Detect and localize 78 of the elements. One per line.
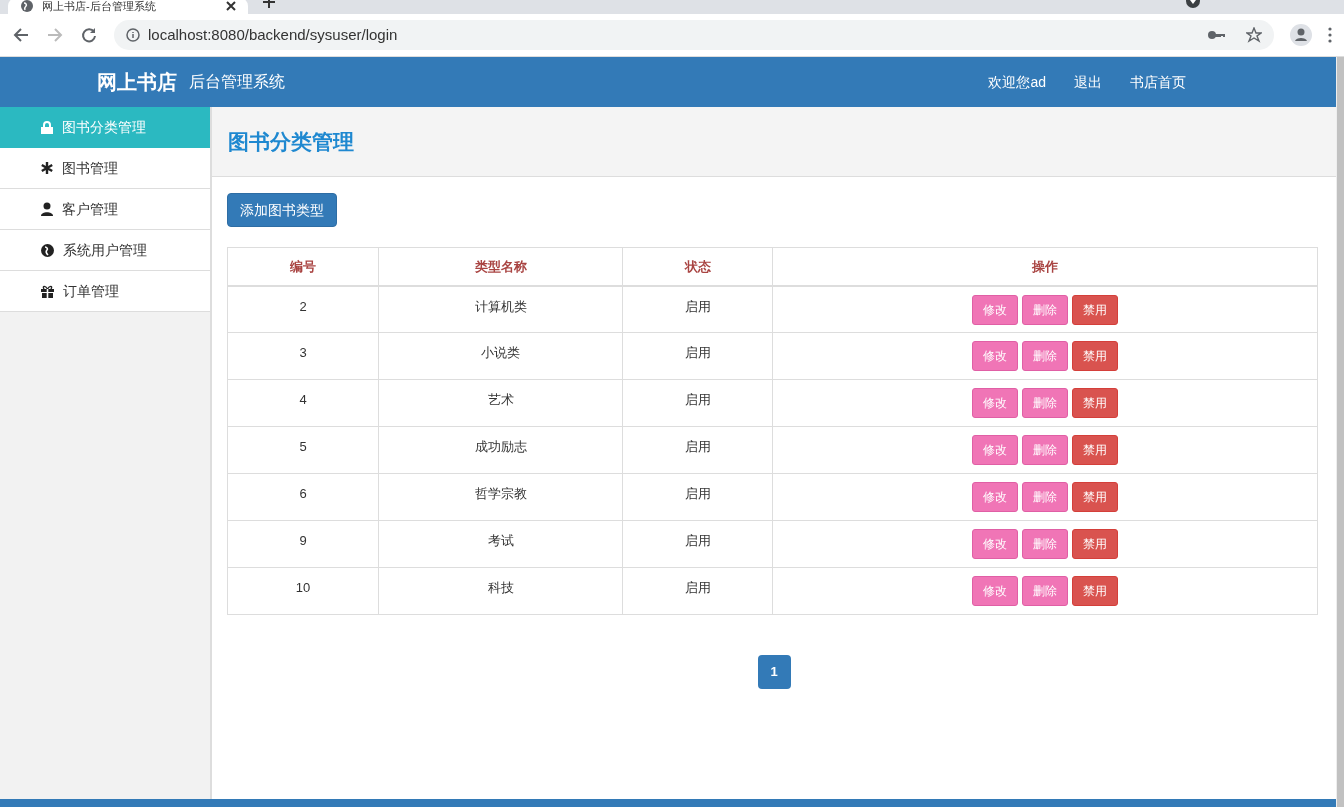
column-header: 操作 (772, 247, 1318, 286)
table-cell: 小说类 (378, 332, 623, 380)
tab-title: 网上书店-后台管理系统 (42, 0, 156, 13)
globe-icon (41, 243, 54, 257)
action-button[interactable]: 禁用 (1072, 435, 1118, 465)
table-cell: 计算机类 (378, 285, 623, 333)
action-button[interactable]: 禁用 (1072, 482, 1118, 512)
table-cell: 科技 (378, 567, 623, 615)
action-button[interactable]: 禁用 (1072, 529, 1118, 559)
action-button[interactable]: 禁用 (1072, 388, 1118, 418)
action-button[interactable]: 删除 (1022, 576, 1068, 606)
action-button[interactable]: 修改 (972, 388, 1018, 418)
brand-title: 网上书店 (97, 70, 177, 95)
sidebar-item[interactable]: 图书分类管理 (0, 107, 210, 148)
page-button[interactable]: 1 (757, 655, 791, 689)
table-cell: 启用 (622, 520, 773, 568)
column-header: 类型名称 (378, 247, 623, 286)
table-cell: 5 (227, 426, 379, 474)
asterisk-icon (41, 162, 53, 174)
back-icon[interactable] (12, 26, 30, 44)
nav-link[interactable]: 书店首页 (1130, 71, 1186, 93)
brand-subtitle: 后台管理系统 (189, 72, 285, 92)
user-icon (41, 202, 53, 216)
action-button[interactable]: 删除 (1022, 482, 1068, 512)
table-cell: 4 (227, 379, 379, 427)
info-icon (126, 28, 140, 42)
action-button[interactable]: 删除 (1022, 294, 1068, 325)
globe-icon (20, 0, 34, 13)
action-button[interactable]: 禁用 (1072, 341, 1118, 371)
table-cell: 启用 (622, 567, 773, 615)
table-cell: 启用 (622, 426, 773, 474)
table-cell: 6 (227, 473, 379, 521)
action-button[interactable]: 修改 (972, 294, 1018, 325)
action-button[interactable]: 修改 (972, 435, 1018, 465)
table-cell: 启用 (622, 473, 773, 521)
star-icon[interactable] (1246, 27, 1262, 43)
table-cell: 2 (227, 285, 379, 333)
sidebar-item[interactable]: 图书管理 (0, 148, 210, 189)
action-button[interactable]: 删除 (1022, 388, 1068, 418)
gift-icon (41, 284, 54, 298)
action-button[interactable]: 删除 (1022, 529, 1068, 559)
nav-link[interactable]: 退出 (1074, 71, 1102, 93)
address-bar[interactable]: localhost:8080/backend/sysuser/login (114, 20, 1274, 50)
page-title: 图书分类管理 (228, 128, 354, 155)
menu-icon[interactable] (1328, 27, 1332, 43)
close-icon[interactable] (226, 1, 236, 11)
action-button[interactable]: 禁用 (1072, 294, 1118, 325)
profile-icon[interactable] (1290, 24, 1312, 46)
table-cell: 启用 (622, 379, 773, 427)
sidebar-item[interactable]: 系统用户管理 (0, 230, 210, 271)
table-cell: 启用 (622, 285, 773, 333)
action-button[interactable]: 修改 (972, 341, 1018, 371)
table-cell: 启用 (622, 332, 773, 380)
reload-icon[interactable] (80, 26, 98, 44)
column-header: 编号 (227, 247, 379, 286)
browser-tab[interactable]: 网上书店-后台管理系统 (8, 0, 248, 14)
sidebar-item[interactable]: 客户管理 (0, 189, 210, 230)
table-cell: 9 (227, 520, 379, 568)
url-text: localhost:8080/backend/sysuser/login (148, 24, 398, 45)
action-button[interactable]: 修改 (972, 529, 1018, 559)
table-cell: 考试 (378, 520, 623, 568)
lock-icon (41, 121, 53, 134)
table-cell: 3 (227, 332, 379, 380)
table-cell: 成功励志 (378, 426, 623, 474)
add-category-button[interactable]: 添加图书类型 (227, 193, 337, 227)
action-button[interactable]: 禁用 (1072, 576, 1118, 606)
nav-link[interactable]: 欢迎您ad (988, 71, 1046, 93)
action-button[interactable]: 删除 (1022, 341, 1068, 371)
scrollbar[interactable] (1336, 57, 1344, 807)
action-button[interactable]: 修改 (972, 482, 1018, 512)
column-header: 状态 (622, 247, 773, 286)
key-icon[interactable] (1208, 30, 1226, 40)
table-cell: 艺术 (378, 379, 623, 427)
table-cell: 哲学宗教 (378, 473, 623, 521)
table-cell: 10 (227, 567, 379, 615)
action-button[interactable]: 修改 (972, 576, 1018, 606)
sidebar-item[interactable]: 订单管理 (0, 271, 210, 312)
action-button[interactable]: 删除 (1022, 435, 1068, 465)
